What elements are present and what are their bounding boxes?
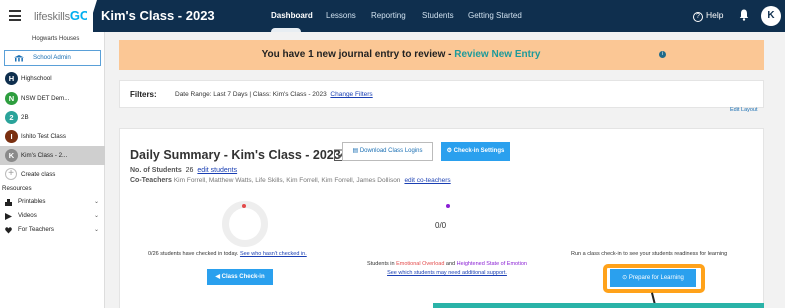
prepare-for-learning-button[interactable]: ⊙ Prepare for Learning (610, 269, 696, 287)
help-icon: ? (693, 12, 703, 22)
help-label: Help (706, 10, 724, 20)
journal-review-banner: You have 1 new journal entry to review -… (119, 40, 764, 70)
sidebar-videos[interactable]: Videos ⌄ (0, 211, 105, 221)
class-badge: K (5, 149, 18, 162)
sidebar-for-teachers[interactable]: For Teachers ⌄ (0, 225, 105, 235)
edit-students-link[interactable]: edit students (197, 167, 237, 174)
review-new-entry-link[interactable]: Review New Entry (454, 49, 540, 60)
co-teachers-label: Co-Teachers (130, 177, 172, 184)
user-avatar[interactable]: K (761, 6, 781, 26)
check-in-settings-label: Check-in Settings (453, 148, 505, 154)
play-icon (5, 213, 12, 220)
sidebar-class-highschool[interactable]: H Highschool (0, 69, 105, 88)
filters-bar: Filters: Date Range: Last 7 Days | Class… (119, 80, 764, 108)
play-circle-icon: ⊙ (622, 275, 629, 281)
document-icon: ▤ (352, 148, 360, 154)
emotion-ratio: 0/0 (435, 221, 447, 230)
gear-icon: ⚙ (446, 148, 454, 154)
prepare-for-learning-label: Prepare for Learning (628, 275, 684, 281)
not-checked-in-text: 0/26 students have checked in today. See… (148, 251, 307, 257)
sidebar-class-ishito[interactable]: I Ishito Test Class (0, 127, 105, 146)
printables-icon (5, 199, 12, 206)
co-teachers-row: Co-Teachers Kim Forrell, Matthew Watts, … (130, 177, 451, 184)
create-class-label: Create class (21, 171, 56, 178)
filters-summary: Date Range: Last 7 Days | Class: Kim's C… (175, 91, 373, 98)
logo-area: lifeskillsGO (0, 0, 93, 32)
emotion-state-text: Students in Emotional Overload and Heigh… (347, 261, 547, 267)
nav-lessons[interactable]: Lessons (326, 11, 356, 20)
sidebar-class-label: 2B (21, 114, 29, 121)
create-class-button[interactable]: + Create class (0, 168, 105, 182)
sidebar-class-nsw[interactable]: N NSW DET Dem... (0, 89, 105, 108)
nav-active-indicator (271, 28, 301, 32)
filters-label: Filters: (130, 90, 157, 99)
sidebar-class-label: Ishito Test Class (21, 133, 66, 140)
nav-reporting[interactable]: Reporting (371, 11, 406, 20)
not-checked-in-count: 0/26 students have checked in today. (148, 251, 239, 257)
bottom-panel-edge (433, 303, 764, 308)
additional-support-link[interactable]: See which students may need additional s… (347, 270, 547, 276)
videos-label: Videos (18, 212, 37, 219)
class-badge: I (5, 130, 18, 143)
sidebar-school-admin-label: School Admin (33, 54, 71, 61)
bell-icon[interactable] (739, 9, 749, 21)
check-in-settings-button[interactable]: ⚙ Check-in Settings (441, 142, 510, 161)
download-class-logins-button[interactable]: ▤ Download Class Logins (342, 142, 433, 161)
help-button[interactable]: ? Help (693, 10, 723, 22)
sidebar-class-label: Kim's Class - 2... (21, 152, 68, 159)
filters-text: Date Range: Last 7 Days | Class: Kim's C… (175, 91, 327, 98)
banner-text: You have 1 new journal entry to review -… (119, 49, 683, 60)
class-title: Kim's Class - 2023 (101, 8, 215, 23)
chevron-down-icon[interactable]: ⌄ (94, 197, 99, 207)
sidebar: Hogwarts Houses School Admin H Highschoo… (0, 32, 105, 308)
sidebar-hogwarts-houses[interactable]: Hogwarts Houses (0, 32, 105, 46)
class-check-in-label: Class Check-in (221, 274, 265, 280)
school-icon (14, 55, 24, 62)
co-teachers-names: Kim Forrell, Matthew Watts, Life Skills,… (173, 177, 401, 184)
emotion-marker (446, 204, 450, 208)
readiness-text: Run a class check-in to see your student… (571, 251, 728, 257)
download-class-logins-label: Download Class Logins (359, 148, 423, 154)
students-count: 26 (185, 167, 194, 174)
nav-students[interactable]: Students (422, 11, 454, 20)
class-badge: N (5, 92, 18, 105)
check-in-progress-ring (222, 201, 268, 247)
edit-co-teachers-link[interactable]: edit co-teachers (404, 177, 450, 184)
banner-message: You have 1 new journal entry to review - (261, 49, 455, 60)
class-badge: 2 (5, 111, 18, 124)
see-who-hasnt-checked-in-link[interactable]: See who hasn't checked in. (240, 251, 307, 257)
plus-icon: + (5, 168, 17, 180)
progress-marker (242, 204, 246, 208)
hamburger-menu-icon[interactable] (9, 10, 21, 21)
emotional-overload-label: Emotional Overload (396, 261, 445, 267)
nav-getting-started[interactable]: Getting Started (468, 11, 522, 20)
class-badge: H (5, 72, 18, 85)
logo-divider (87, 0, 97, 32)
chevron-down-icon[interactable]: ⌄ (94, 225, 99, 235)
resources-heading: Resources (2, 185, 32, 192)
sidebar-class-label: Highschool (21, 75, 52, 82)
info-icon[interactable]: i (659, 51, 666, 58)
class-check-in-button[interactable]: ◀ Class Check-in (207, 269, 273, 285)
nav-dashboard[interactable]: Dashboard (271, 11, 313, 20)
sidebar-class-label: NSW DET Dem... (21, 95, 70, 102)
students-label: No. of Students (130, 167, 182, 174)
chevron-down-icon[interactable]: ⌄ (94, 211, 99, 221)
change-filters-link[interactable]: Change Filters (330, 91, 372, 98)
sidebar-printables[interactable]: Printables ⌄ (0, 197, 105, 207)
top-nav-bar: lifeskillsGO Kim's Class - 2023 Dashboar… (0, 0, 785, 32)
heart-icon (5, 227, 12, 234)
student-count-row: No. of Students 26 edit students (130, 167, 237, 174)
sidebar-class-kims[interactable]: K Kim's Class - 2... (0, 146, 105, 165)
sidebar-school-admin[interactable]: School Admin (4, 50, 101, 66)
heightened-emotion-label: Heightened State of Emotion (456, 261, 527, 267)
lifeskills-go-logo[interactable]: lifeskillsGO (34, 8, 90, 23)
emotion-text-prefix: Students in (367, 261, 397, 267)
for-teachers-label: For Teachers (18, 226, 54, 233)
emotion-text-and: and (444, 261, 457, 267)
edit-layout-link[interactable]: Edit Layout (730, 107, 758, 113)
printables-label: Printables (18, 198, 46, 205)
sidebar-class-2b[interactable]: 2 2B (0, 108, 105, 127)
daily-summary-title: Daily Summary - Kim's Class - 2023 (130, 148, 341, 162)
